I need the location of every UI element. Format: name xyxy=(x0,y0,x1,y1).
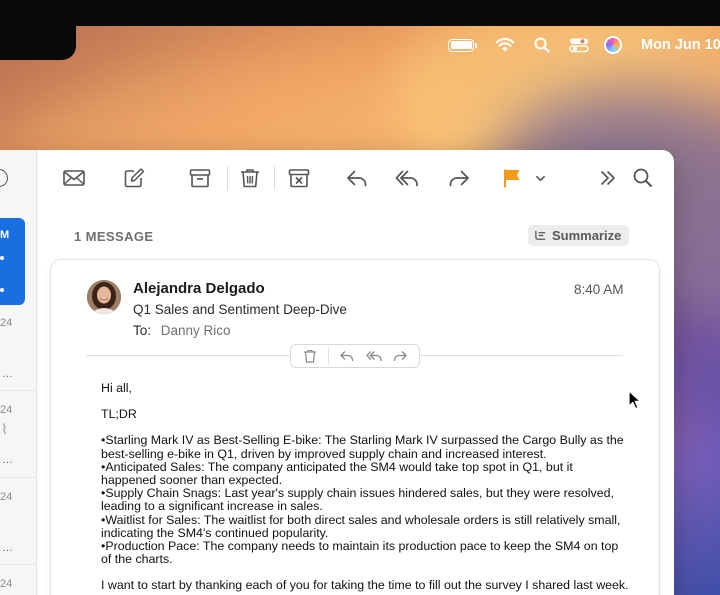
screen-bezel xyxy=(0,0,720,26)
message-list-sidebar: M 24 … 24 ⌇ … 24 … 24 xyxy=(0,150,37,595)
message-count: 1 MESSAGE xyxy=(74,229,154,244)
avatar xyxy=(87,280,121,314)
message-list-item-ellipsis: … xyxy=(2,542,13,554)
hover-actions-separator xyxy=(328,348,330,364)
message-list-item-date: 24 xyxy=(0,404,13,416)
message-list-item-date: 24 xyxy=(0,578,13,590)
to-label: To: xyxy=(133,323,152,338)
battery-icon[interactable] xyxy=(448,26,477,64)
message-tldr-heading: TL;DR xyxy=(101,407,137,422)
trash-icon[interactable] xyxy=(235,164,265,192)
forward-icon[interactable] xyxy=(444,164,474,192)
message-list-item-initial: M xyxy=(0,229,10,241)
compose-icon[interactable] xyxy=(119,164,149,192)
unread-dot xyxy=(0,288,4,292)
reply-all-icon[interactable] xyxy=(366,349,382,363)
message-body: Hi all, TL;DR •Starling Mark IV as Best-… xyxy=(101,381,631,595)
siri-icon[interactable] xyxy=(604,26,622,64)
message-card: Alejandra Delgado Q1 Sales and Sentiment… xyxy=(51,260,659,595)
flag-icon[interactable] xyxy=(497,164,527,192)
trash-icon[interactable] xyxy=(302,349,318,363)
recipient-name[interactable]: Danny Rico xyxy=(161,323,231,338)
envelope-icon[interactable] xyxy=(59,164,89,192)
message-list-item-ellipsis: … xyxy=(2,368,13,380)
control-center-icon[interactable] xyxy=(569,26,589,64)
wifi-icon[interactable] xyxy=(495,26,515,64)
chevron-down-icon[interactable] xyxy=(531,164,549,192)
paperclip-icon: ⌇ xyxy=(1,421,8,437)
recipient-row: To: Danny Rico xyxy=(133,323,231,338)
toolbar-separator xyxy=(227,166,228,190)
summarize-button[interactable]: Summarize xyxy=(528,225,630,246)
menu-bar: Mon Jun 10 xyxy=(0,26,720,64)
reply-icon[interactable] xyxy=(339,349,355,363)
mail-window: M 24 … 24 ⌇ … 24 … 24 1 MESSAGE Summariz… xyxy=(0,150,674,595)
message-list-separator xyxy=(0,564,36,565)
message-list-item-date: 24 xyxy=(0,317,13,329)
reply-all-icon[interactable] xyxy=(392,164,422,192)
message-list-item-date: 24 xyxy=(0,491,13,503)
archive-icon[interactable] xyxy=(185,164,215,192)
message-greeting: Hi all, xyxy=(101,381,132,395)
message-time: 8:40 AM xyxy=(574,282,624,297)
message-list-separator xyxy=(0,390,36,391)
unread-dot xyxy=(0,256,4,260)
message-summary-bullets: •Starling Mark IV as Best-Selling E-bike… xyxy=(101,433,624,567)
summarize-label: Summarize xyxy=(552,228,622,243)
menu-bar-clock[interactable]: Mon Jun 10 xyxy=(641,26,720,64)
message-hover-actions xyxy=(290,344,420,368)
more-icon[interactable] xyxy=(593,164,623,192)
message-subject: Q1 Sales and Sentiment Deep-Dive xyxy=(133,302,347,317)
filter-icon[interactable] xyxy=(0,169,8,187)
search-icon[interactable] xyxy=(534,26,550,64)
message-list-item-ellipsis: … xyxy=(2,454,13,466)
search-icon[interactable] xyxy=(628,164,658,192)
mail-toolbar xyxy=(37,150,674,206)
forward-icon[interactable] xyxy=(392,349,408,363)
reply-icon[interactable] xyxy=(342,164,372,192)
summarize-icon xyxy=(535,230,546,240)
toolbar-separator xyxy=(274,166,275,190)
message-list-item-selected[interactable]: M xyxy=(0,218,25,305)
junk-icon[interactable] xyxy=(284,164,314,192)
message-list-separator xyxy=(0,477,36,478)
mouse-pointer-icon xyxy=(628,390,641,410)
sender-name[interactable]: Alejandra Delgado xyxy=(133,280,265,297)
message-closing-paragraph: I want to start by thanking each of you … xyxy=(101,578,629,593)
